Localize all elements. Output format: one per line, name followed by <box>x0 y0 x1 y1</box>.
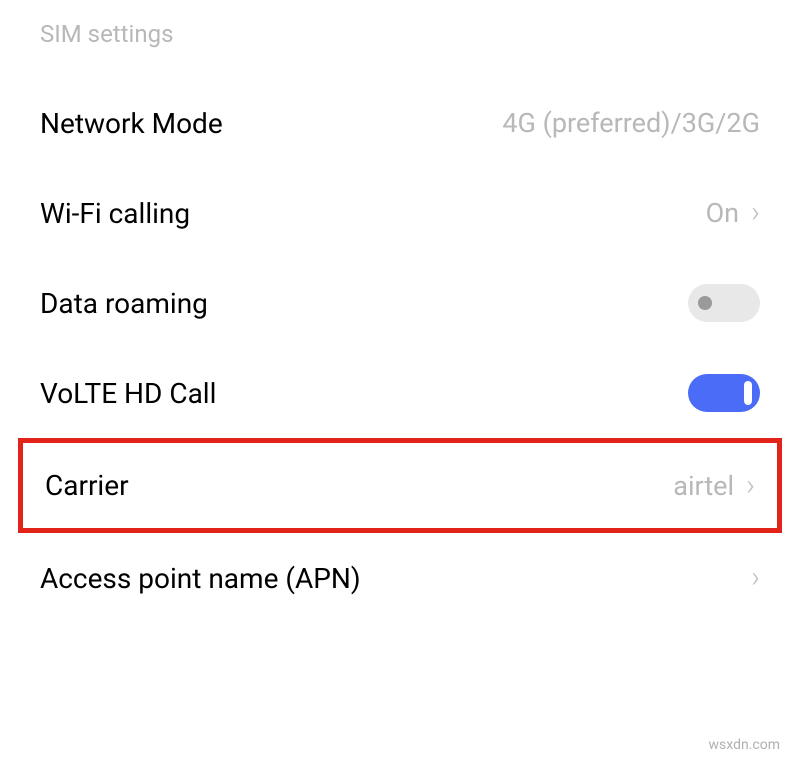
settings-list: Network Mode 4G (preferred)/3G/2G Wi-Fi … <box>0 78 800 623</box>
apn-label: Access point name (APN) <box>40 562 361 595</box>
section-header: SIM settings <box>0 0 800 78</box>
chevron-right-icon: › <box>751 563 760 593</box>
volte-label: VoLTE HD Call <box>40 377 216 410</box>
wifi-calling-value-text: On <box>706 197 740 229</box>
carrier-value: airtel › <box>673 470 755 502</box>
network-mode-value-text: 4G (preferred)/3G/2G <box>502 107 760 139</box>
network-mode-label: Network Mode <box>40 107 223 140</box>
data-roaming-value <box>688 284 760 322</box>
wifi-calling-value: On › <box>706 197 760 229</box>
apn-value: › <box>751 563 760 593</box>
volte-row[interactable]: VoLTE HD Call <box>0 348 800 438</box>
apn-row[interactable]: Access point name (APN) › <box>0 533 800 623</box>
network-mode-value: 4G (preferred)/3G/2G <box>502 107 760 139</box>
carrier-label: Carrier <box>45 469 129 502</box>
chevron-right-icon: › <box>751 198 760 228</box>
toggle-knob <box>744 381 752 405</box>
chevron-right-icon: › <box>746 471 755 501</box>
wifi-calling-label: Wi-Fi calling <box>40 197 190 230</box>
wifi-calling-row[interactable]: Wi-Fi calling On › <box>0 168 800 258</box>
volte-toggle[interactable] <box>688 374 760 412</box>
carrier-row[interactable]: Carrier airtel › <box>18 438 782 533</box>
toggle-knob <box>698 296 712 310</box>
data-roaming-toggle[interactable] <box>688 284 760 322</box>
data-roaming-label: Data roaming <box>40 287 208 320</box>
network-mode-row[interactable]: Network Mode 4G (preferred)/3G/2G <box>0 78 800 168</box>
watermark: wsxdn.com <box>709 737 780 753</box>
data-roaming-row[interactable]: Data roaming <box>0 258 800 348</box>
volte-value <box>688 374 760 412</box>
carrier-value-text: airtel <box>673 470 734 502</box>
